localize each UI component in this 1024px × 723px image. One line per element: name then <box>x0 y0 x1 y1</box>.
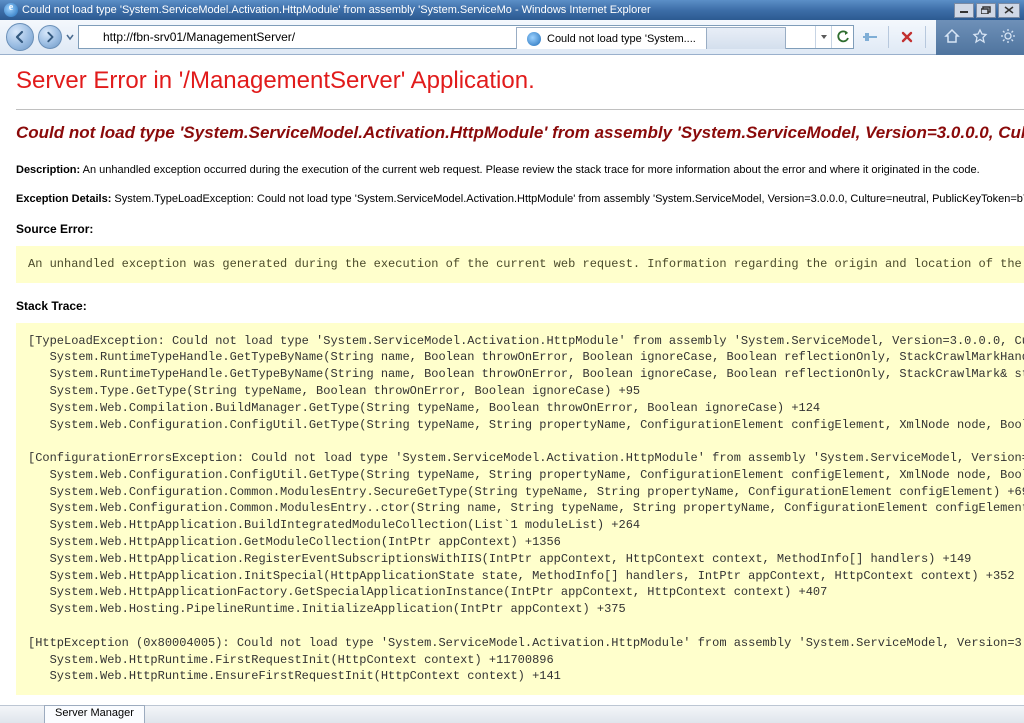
tools-icon[interactable] <box>1000 28 1016 47</box>
stack-trace-box: [TypeLoadException: Could not load type … <box>16 323 1024 696</box>
new-tab-button[interactable] <box>706 27 786 49</box>
description-label: Description: <box>16 164 80 176</box>
source-error-text: An unhandled exception was generated dur… <box>28 256 1024 273</box>
separator <box>888 26 889 48</box>
source-error-box: An unhandled exception was generated dur… <box>16 246 1024 283</box>
nav-history-dropdown-icon[interactable] <box>66 33 74 41</box>
error-subheading: Could not load type 'System.ServiceModel… <box>16 122 1024 145</box>
tab-active[interactable]: Could not load type 'System.... <box>516 27 707 49</box>
restore-button[interactable] <box>976 3 996 18</box>
close-button[interactable] <box>998 3 1020 18</box>
taskbar-item-label: Server Manager <box>55 707 134 719</box>
forward-button[interactable] <box>38 25 62 49</box>
back-button[interactable] <box>6 23 34 51</box>
refresh-button[interactable] <box>831 26 853 48</box>
description-row: Description: An unhandled exception occu… <box>16 163 1024 178</box>
stack-trace-label: Stack Trace: <box>16 299 87 313</box>
separator <box>925 26 926 48</box>
divider <box>16 109 1024 110</box>
address-dropdown-icon[interactable] <box>815 26 831 48</box>
page-title: Server Error in '/ManagementServer' Appl… <box>16 67 1024 95</box>
source-error-label: Source Error: <box>16 222 93 236</box>
taskbar: Server Manager <box>0 705 1024 723</box>
error-page: Server Error in '/ManagementServer' Appl… <box>0 55 1024 703</box>
exception-label: Exception Details: <box>16 193 111 205</box>
window-title: Could not load type 'System.ServiceModel… <box>22 4 954 16</box>
browser-toolbar <box>0 20 1024 55</box>
home-icon[interactable] <box>944 28 960 47</box>
ie-app-icon <box>4 3 18 17</box>
minimize-button[interactable] <box>954 3 974 18</box>
exception-row: Exception Details: System.TypeLoadExcept… <box>16 192 1024 207</box>
stop-button[interactable] <box>895 25 919 49</box>
tab-label: Could not load type 'System.... <box>547 33 696 45</box>
compat-view-button[interactable] <box>858 25 882 49</box>
description-text: An unhandled exception occurred during t… <box>83 164 980 176</box>
taskbar-item-server-manager[interactable]: Server Manager <box>44 705 145 723</box>
window-titlebar: Could not load type 'System.ServiceModel… <box>0 0 1024 20</box>
page-viewport[interactable]: Server Error in '/ManagementServer' Appl… <box>0 55 1024 703</box>
tab-favicon <box>527 32 541 46</box>
stack-trace-text: [TypeLoadException: Could not load type … <box>28 333 1024 686</box>
exception-text: System.TypeLoadException: Could not load… <box>114 193 1024 205</box>
favorites-icon[interactable] <box>972 28 988 47</box>
site-icon <box>79 30 99 44</box>
